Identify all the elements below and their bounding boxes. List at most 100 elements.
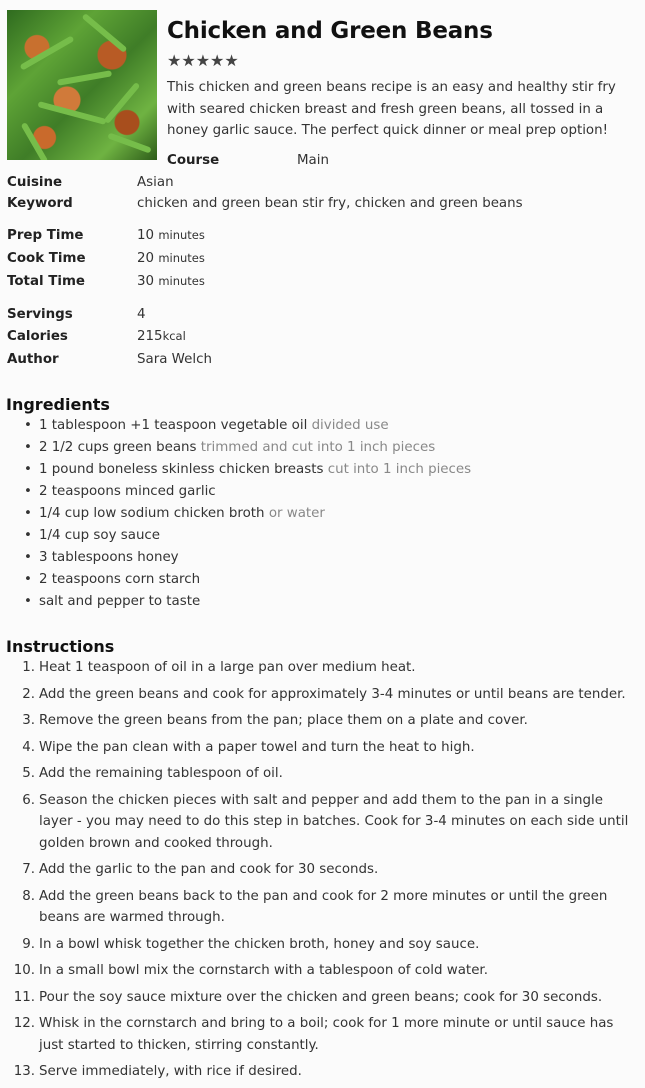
ingredient-item: 1/4 cup low sodium chicken broth or wate… [24,503,471,525]
step-text: Season the chicken pieces with salt and … [39,792,629,851]
meta-calories: Calories 215kcal [7,329,186,344]
instruction-step: 12. Whisk in the cornstarch and bring to … [14,1013,639,1056]
meta-cuisine: Cuisine Asian [7,175,174,190]
ingredient-text: 3 tablespoons honey [39,550,179,565]
step-number: 12. [13,1016,35,1031]
recipe-photo [7,10,157,160]
calories-value: 215 [137,329,163,344]
step-text: In a bowl whisk together the chicken bro… [39,936,480,952]
cuisine-label: Cuisine [7,175,63,190]
step-number: 9. [22,936,35,952]
recipe-title: Chicken and Green Beans [167,18,493,44]
course-label: Course [167,153,220,168]
step-text: Wipe the pan clean with a paper towel an… [39,739,475,755]
step-number: 8. [22,888,35,904]
instructions-list: 1. Heat 1 teaspoon of oil in a large pan … [0,657,639,1088]
meta-author: Author Sara Welch [7,352,212,367]
instruction-step: 5. Add the remaining tablespoon of oil. [22,763,639,785]
step-number: 6. [22,792,35,808]
course-value: Main [297,153,329,168]
step-text: Add the green beans back to the pan and … [39,888,608,926]
instruction-step: 3. Remove the green beans from the pan; p… [22,710,639,732]
step-text: In a small bowl mix the cornstarch with … [39,963,488,978]
ingredient-item: 1 tablespoon +1 teaspoon vegetable oil d… [24,415,471,437]
prep-time-label: Prep Time [7,228,84,243]
rating-stars[interactable]: ★★★★★ [167,51,239,70]
meta-cook-time: Cook Time 20 minutes [7,251,205,266]
calories-unit: kcal [162,329,186,343]
servings-label: Servings [7,307,73,322]
step-text: Pour the soy sauce mixture over the chic… [39,989,603,1005]
instruction-step: 13. Serve immediately, with rice if desir… [14,1061,639,1083]
step-number: 3. [22,713,35,728]
step-text: Remove the green beans from the pan; pla… [39,713,528,728]
ingredient-text: 1/4 cup low sodium chicken broth [39,506,265,521]
keyword-value: chicken and green bean stir fry, chicken… [137,196,523,211]
cuisine-value: Asian [137,175,174,190]
total-time-unit: minutes [158,274,205,288]
prep-time-unit: minutes [158,228,205,242]
keyword-label: Keyword [7,196,73,211]
servings-value[interactable]: 4 [137,307,146,322]
step-number: 10. [13,963,35,978]
instruction-step: 6. Season the chicken pieces with salt an… [22,790,639,855]
step-number: 5. [22,766,35,781]
step-text: Heat 1 teaspoon of oil in a large pan ov… [39,660,416,675]
step-number: 13. [13,1064,35,1079]
ingredients-list: 1 tablespoon +1 teaspoon vegetable oil d… [0,415,471,613]
ingredient-text: 1/4 cup soy sauce [39,528,161,543]
prep-time-value: 10 [137,228,155,243]
meta-total-time: Total Time 30 minutes [7,274,205,289]
instruction-step: 4. Wipe the pan clean with a paper towel … [22,737,639,759]
instruction-step: 7. Add the garlic to the pan and cook for… [22,859,639,881]
ingredient-note: trimmed and cut into 1 inch pieces [200,440,436,455]
ingredient-text: 2 teaspoons minced garlic [39,484,216,499]
author-value: Sara Welch [137,352,212,367]
meta-keyword: Keyword chicken and green bean stir fry,… [7,196,523,211]
step-text: Add the green beans and cook for approxi… [39,686,626,702]
ingredient-text: 2 1/2 cups green beans [39,440,197,455]
step-number: 2. [22,686,35,702]
ingredient-text: 1 pound boneless skinless chicken breast… [39,462,324,477]
ingredient-item: 1/4 cup soy sauce [24,525,471,547]
ingredient-text: 1 tablespoon +1 teaspoon vegetable oil [39,418,308,433]
ingredient-note: divided use [311,418,389,433]
total-time-value: 30 [137,274,155,289]
cook-time-value: 20 [137,251,155,266]
step-number: 7. [22,862,35,877]
meta-prep-time: Prep Time 10 minutes [7,228,205,243]
ingredient-item: salt and pepper to taste [24,591,471,613]
instruction-step: 10. In a small bowl mix the cornstarch wi… [14,960,639,982]
ingredient-item: 1 pound boneless skinless chicken breast… [24,459,472,481]
step-number: 11. [13,989,35,1005]
calories-label: Calories [7,329,68,344]
step-text: Add the garlic to the pan and cook for 3… [39,862,379,877]
meta-course: Course Main [167,153,329,168]
ingredient-item: 2 teaspoons minced garlic [24,481,471,503]
ingredient-item: 3 tablespoons honey [24,547,471,569]
instruction-step: 8. Add the green beans back to the pan an… [22,886,639,929]
instruction-step: 1. Heat 1 teaspoon of oil in a large pan … [22,657,639,679]
step-number: 1. [22,660,35,675]
instruction-step: 9. In a bowl whisk together the chicken b… [22,934,639,956]
ingredient-note: cut into 1 inch pieces [327,462,472,477]
meta-servings: Servings 4 [7,307,146,322]
step-text: Whisk in the cornstarch and bring to a b… [39,1016,614,1053]
step-text: Serve immediately, with rice if desired. [39,1064,302,1079]
ingredient-note: or water [268,506,325,521]
instructions-heading: Instructions [6,637,115,656]
ingredient-item: 2 teaspoons corn starch [24,569,471,591]
author-label: Author [7,352,59,367]
step-number: 4. [22,739,35,755]
ingredients-heading: Ingredients [6,395,110,414]
instruction-step: 11. Pour the soy sauce mixture over the c… [14,987,639,1009]
step-text: Add the remaining tablespoon of oil. [39,766,283,781]
ingredient-text: 2 teaspoons corn starch [39,572,201,587]
ingredient-text: salt and pepper to taste [39,594,201,609]
instruction-step: 2. Add the green beans and cook for appro… [22,684,639,706]
recipe-summary: This chicken and green beans recipe is a… [167,80,616,138]
total-time-label: Total Time [7,274,86,289]
cook-time-unit: minutes [158,251,205,265]
cook-time-label: Cook Time [7,251,86,266]
ingredient-item: 2 1/2 cups green beans trimmed and cut i… [24,437,471,459]
